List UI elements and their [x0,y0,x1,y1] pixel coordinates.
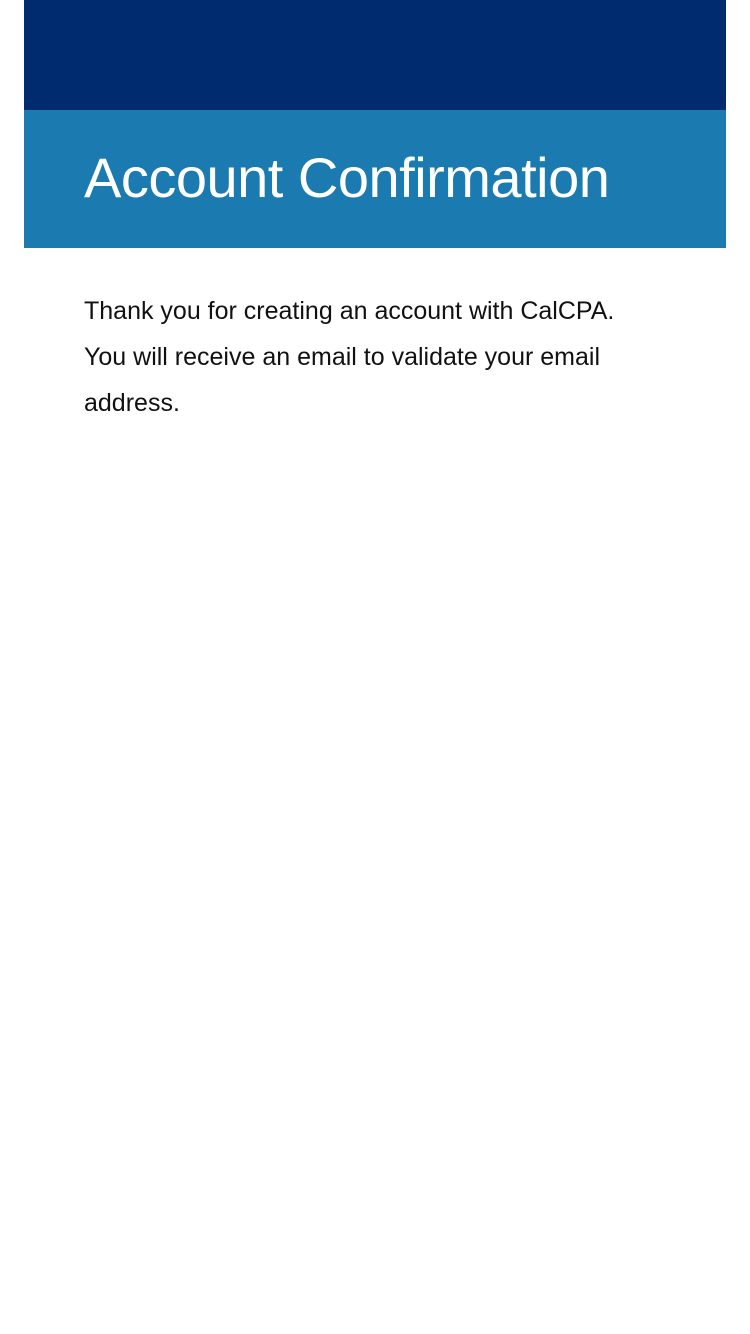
page-title: Account Confirmation [84,146,610,209]
content-area: Thank you for creating an account with C… [84,288,644,426]
page: Account Confirmation Thank you for creat… [0,0,750,1334]
top-banner [24,0,726,110]
title-band: Account Confirmation [24,110,726,248]
confirmation-message: Thank you for creating an account with C… [84,297,615,417]
